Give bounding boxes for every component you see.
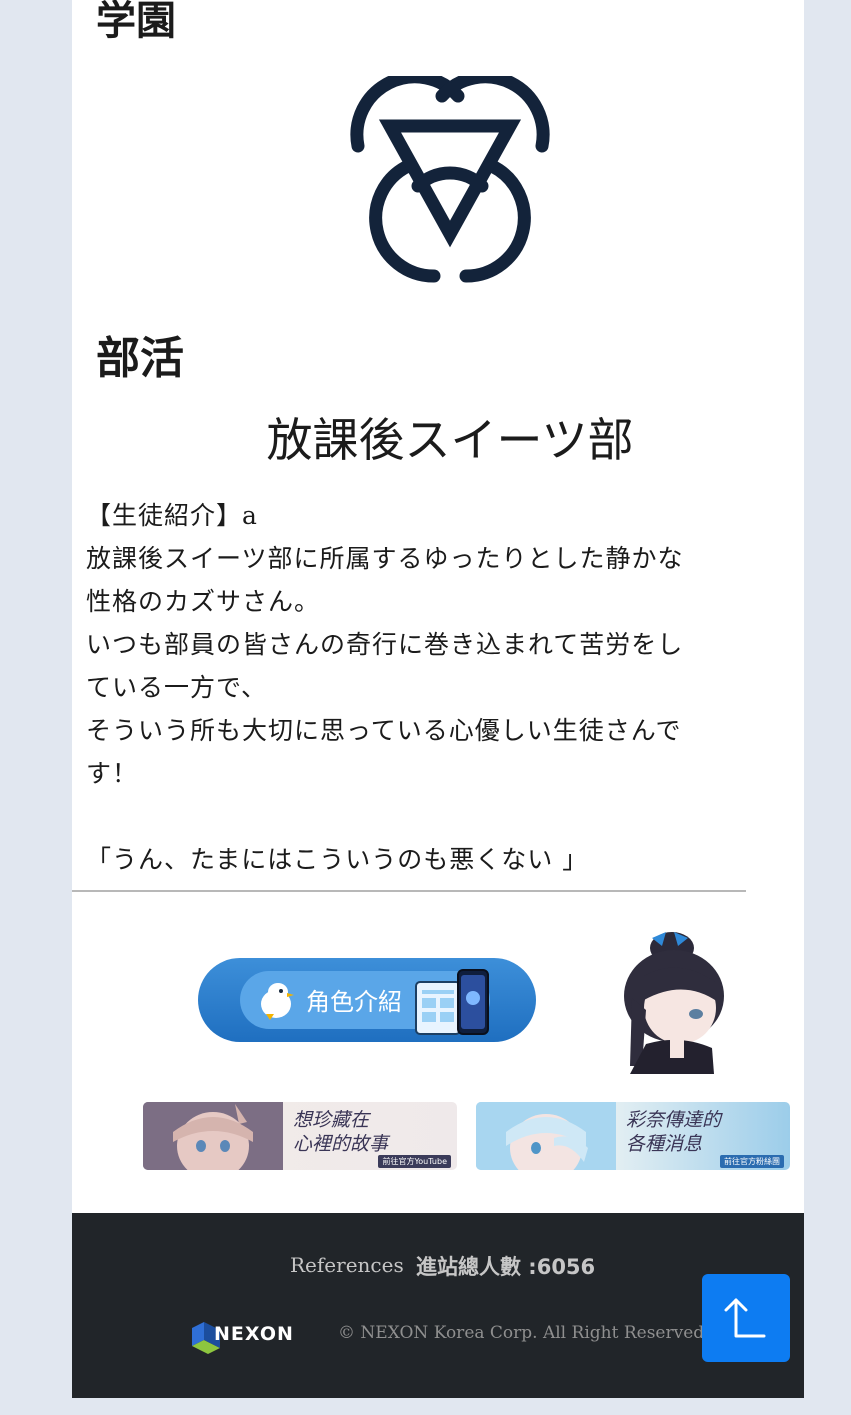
character-artwork <box>476 1102 616 1170</box>
caption-line: 各種消息 <box>626 1133 703 1155</box>
phone-icon <box>415 969 489 1035</box>
footer: References 進站總人數 :6056 NEXON © NEXON Kor… <box>72 1213 804 1398</box>
character-artwork <box>143 1102 283 1170</box>
visit-counter: 進站總人數 :6056 <box>416 1255 596 1279</box>
student-introduction: 【生徒紹介】a 放課後スイーツ部に所属するゆったりとした静かな 性格のカズサさん… <box>86 494 746 881</box>
club-name: 放課後スイーツ部 <box>266 413 634 467</box>
intro-line: いつも部員の皆さんの奇行に巻き込まれて苦労をし <box>86 630 684 659</box>
nexon-logo: NEXON <box>192 1322 294 1354</box>
mascot-bird-icon <box>261 983 294 1020</box>
youtube-banner[interactable]: 想珍藏在 心裡的故事 前往官方YouTube <box>143 1102 457 1170</box>
facebook-tag: 前往官方粉絲團 <box>720 1155 784 1168</box>
school-heading: 学園 <box>96 0 176 44</box>
intro-line: す！ <box>86 759 139 788</box>
arrow-up-icon <box>724 1298 766 1338</box>
school-emblem-icon <box>350 76 550 283</box>
character-intro-button[interactable]: 角色介紹 <box>198 958 536 1042</box>
student-quote: 「うん、たまにはこういうのも悪くない 」 <box>86 845 589 874</box>
intro-line: 【生徒紹介】a <box>86 501 258 530</box>
caption-line: 想珍藏在 <box>293 1109 370 1131</box>
divider <box>72 890 746 892</box>
intro-line: ている一方で、 <box>86 673 268 702</box>
intro-line: 放課後スイーツ部に所属するゆったりとした静かな <box>86 544 684 573</box>
back-to-top-button[interactable] <box>702 1274 790 1362</box>
youtube-tag: 前往官方YouTube <box>378 1155 451 1168</box>
page-content: 学園 部活 放課後スイーツ部 【生徒紹介】a 放課後スイーツ部に所属するゆったり… <box>72 0 804 1398</box>
youtube-banner-caption: 想珍藏在 心裡的故事 <box>293 1108 388 1156</box>
references-link[interactable]: References <box>290 1253 404 1277</box>
copyright-text: © NEXON Korea Corp. All Right Reserved. <box>338 1323 710 1343</box>
intro-line: 性格のカズサさん。 <box>86 587 321 616</box>
character-intro-label: 角色介紹 <box>306 988 402 1016</box>
intro-line: そういう所も大切に思っている心優しい生徒さんで <box>86 716 682 745</box>
facebook-banner-caption: 彩奈傳達的 各種消息 <box>626 1108 721 1156</box>
character-portrait-image <box>624 932 724 1074</box>
caption-line: 彩奈傳達的 <box>626 1109 722 1131</box>
caption-line: 心裡的故事 <box>293 1133 389 1155</box>
club-heading: 部活 <box>96 333 184 384</box>
facebook-banner[interactable]: 彩奈傳達的 各種消息 前往官方粉絲團 <box>476 1102 790 1170</box>
nexon-logo-text: NEXON <box>214 1323 294 1345</box>
